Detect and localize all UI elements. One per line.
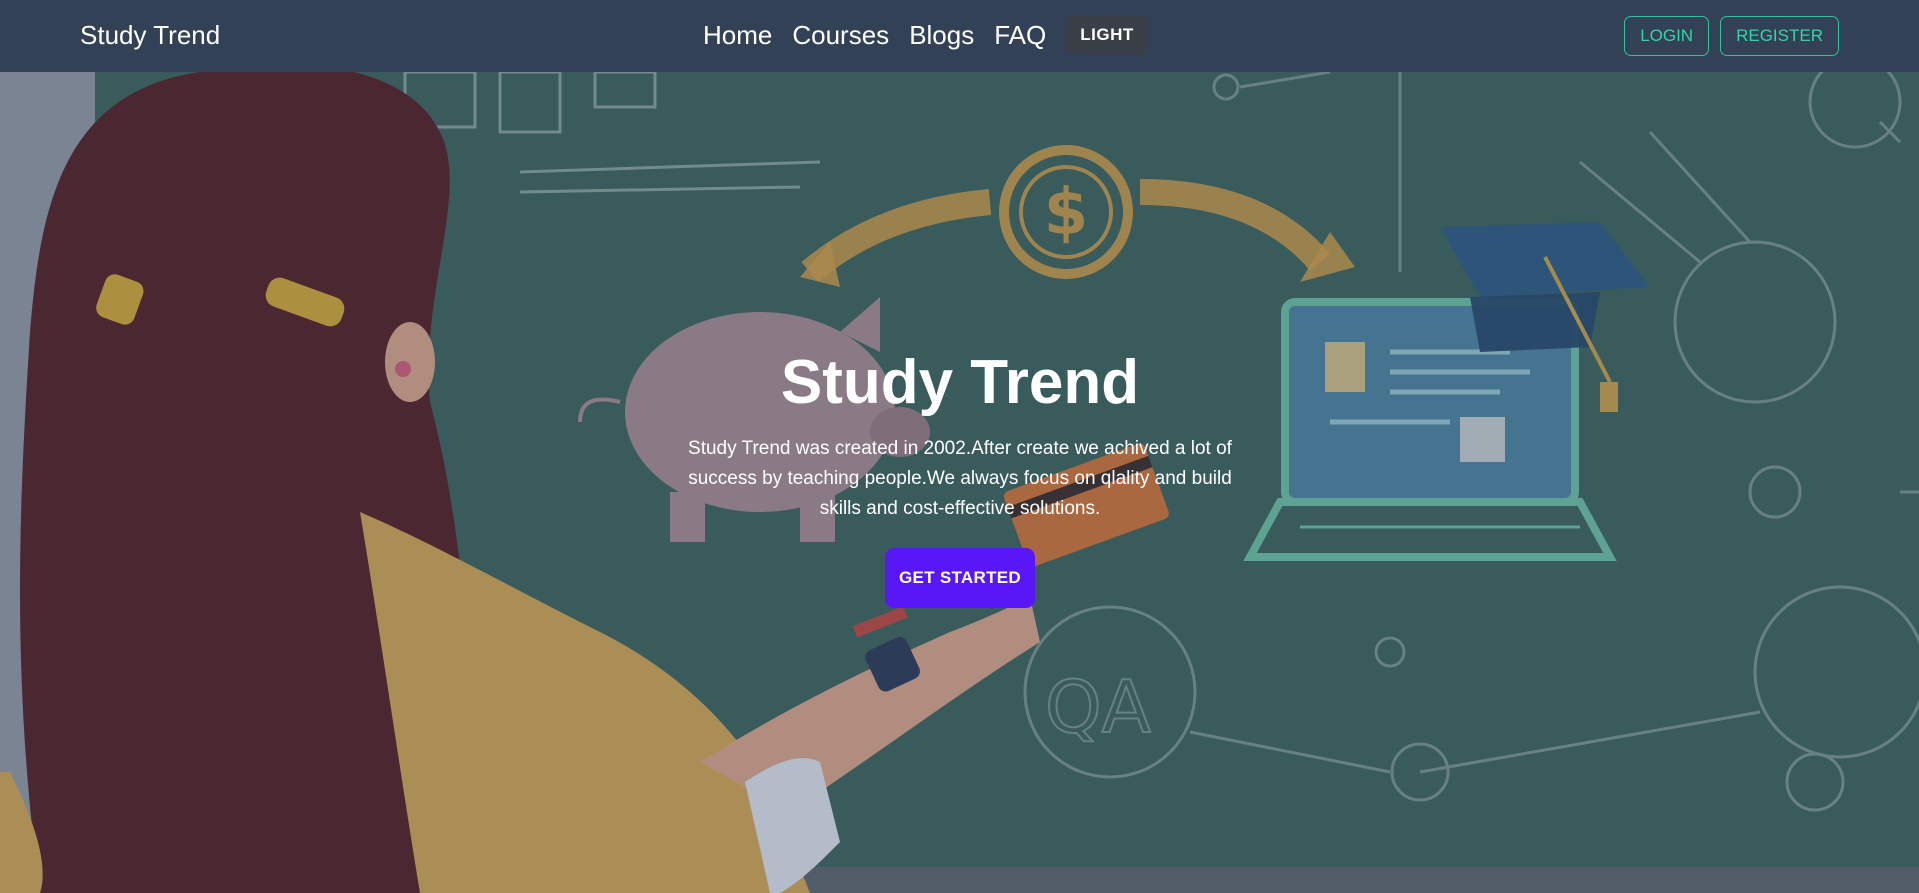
hero-content: Study Trend Study Trend was created in 2… xyxy=(670,352,1250,608)
login-button[interactable]: LOGIN xyxy=(1624,16,1710,56)
nav-blogs-link[interactable]: Blogs xyxy=(909,20,974,51)
hero-section: $ QA Study Trend Study Trend was created… xyxy=(0,72,1919,893)
hero-title: Study Trend xyxy=(780,348,1140,417)
nav-faq-link[interactable]: FAQ xyxy=(994,20,1046,51)
nav-courses-link[interactable]: Courses xyxy=(792,20,889,51)
top-navbar: Study Trend Home Courses Blogs FAQ LIGHT… xyxy=(0,0,1919,72)
auth-buttons: LOGIN REGISTER xyxy=(1624,16,1839,56)
nav-links: Home Courses Blogs FAQ LIGHT xyxy=(703,14,1148,56)
theme-toggle-button[interactable]: LIGHT xyxy=(1066,16,1148,54)
get-started-button[interactable]: GET STARTED xyxy=(885,548,1035,608)
register-button[interactable]: REGISTER xyxy=(1720,16,1839,56)
nav-home-link[interactable]: Home xyxy=(703,20,772,51)
brand-logo[interactable]: Study Trend xyxy=(80,20,220,51)
hero-description: Study Trend was created in 2002.After cr… xyxy=(688,438,1232,519)
